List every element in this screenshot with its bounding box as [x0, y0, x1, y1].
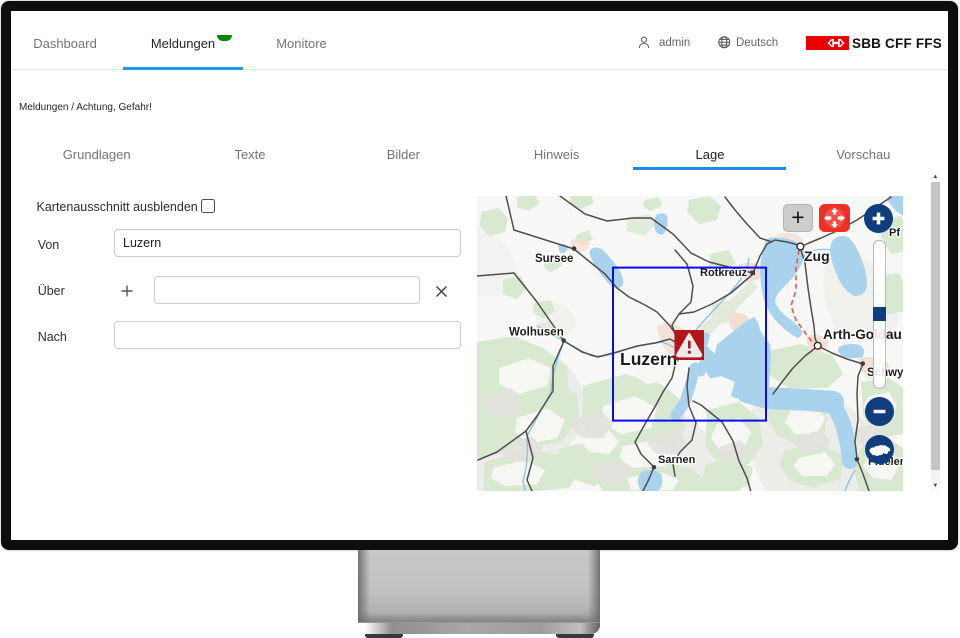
svg-text:Zug: Zug: [804, 248, 830, 264]
svg-text:Rotkreuz: Rotkreuz: [700, 267, 748, 279]
svg-text:Luzern: Luzern: [620, 349, 677, 369]
svg-text:Sarnen: Sarnen: [658, 454, 696, 466]
svg-text:Wolhusen: Wolhusen: [509, 327, 564, 339]
svg-text:Arth-Goldau: Arth-Goldau: [823, 327, 902, 342]
svg-text:Sursee: Sursee: [535, 253, 573, 265]
